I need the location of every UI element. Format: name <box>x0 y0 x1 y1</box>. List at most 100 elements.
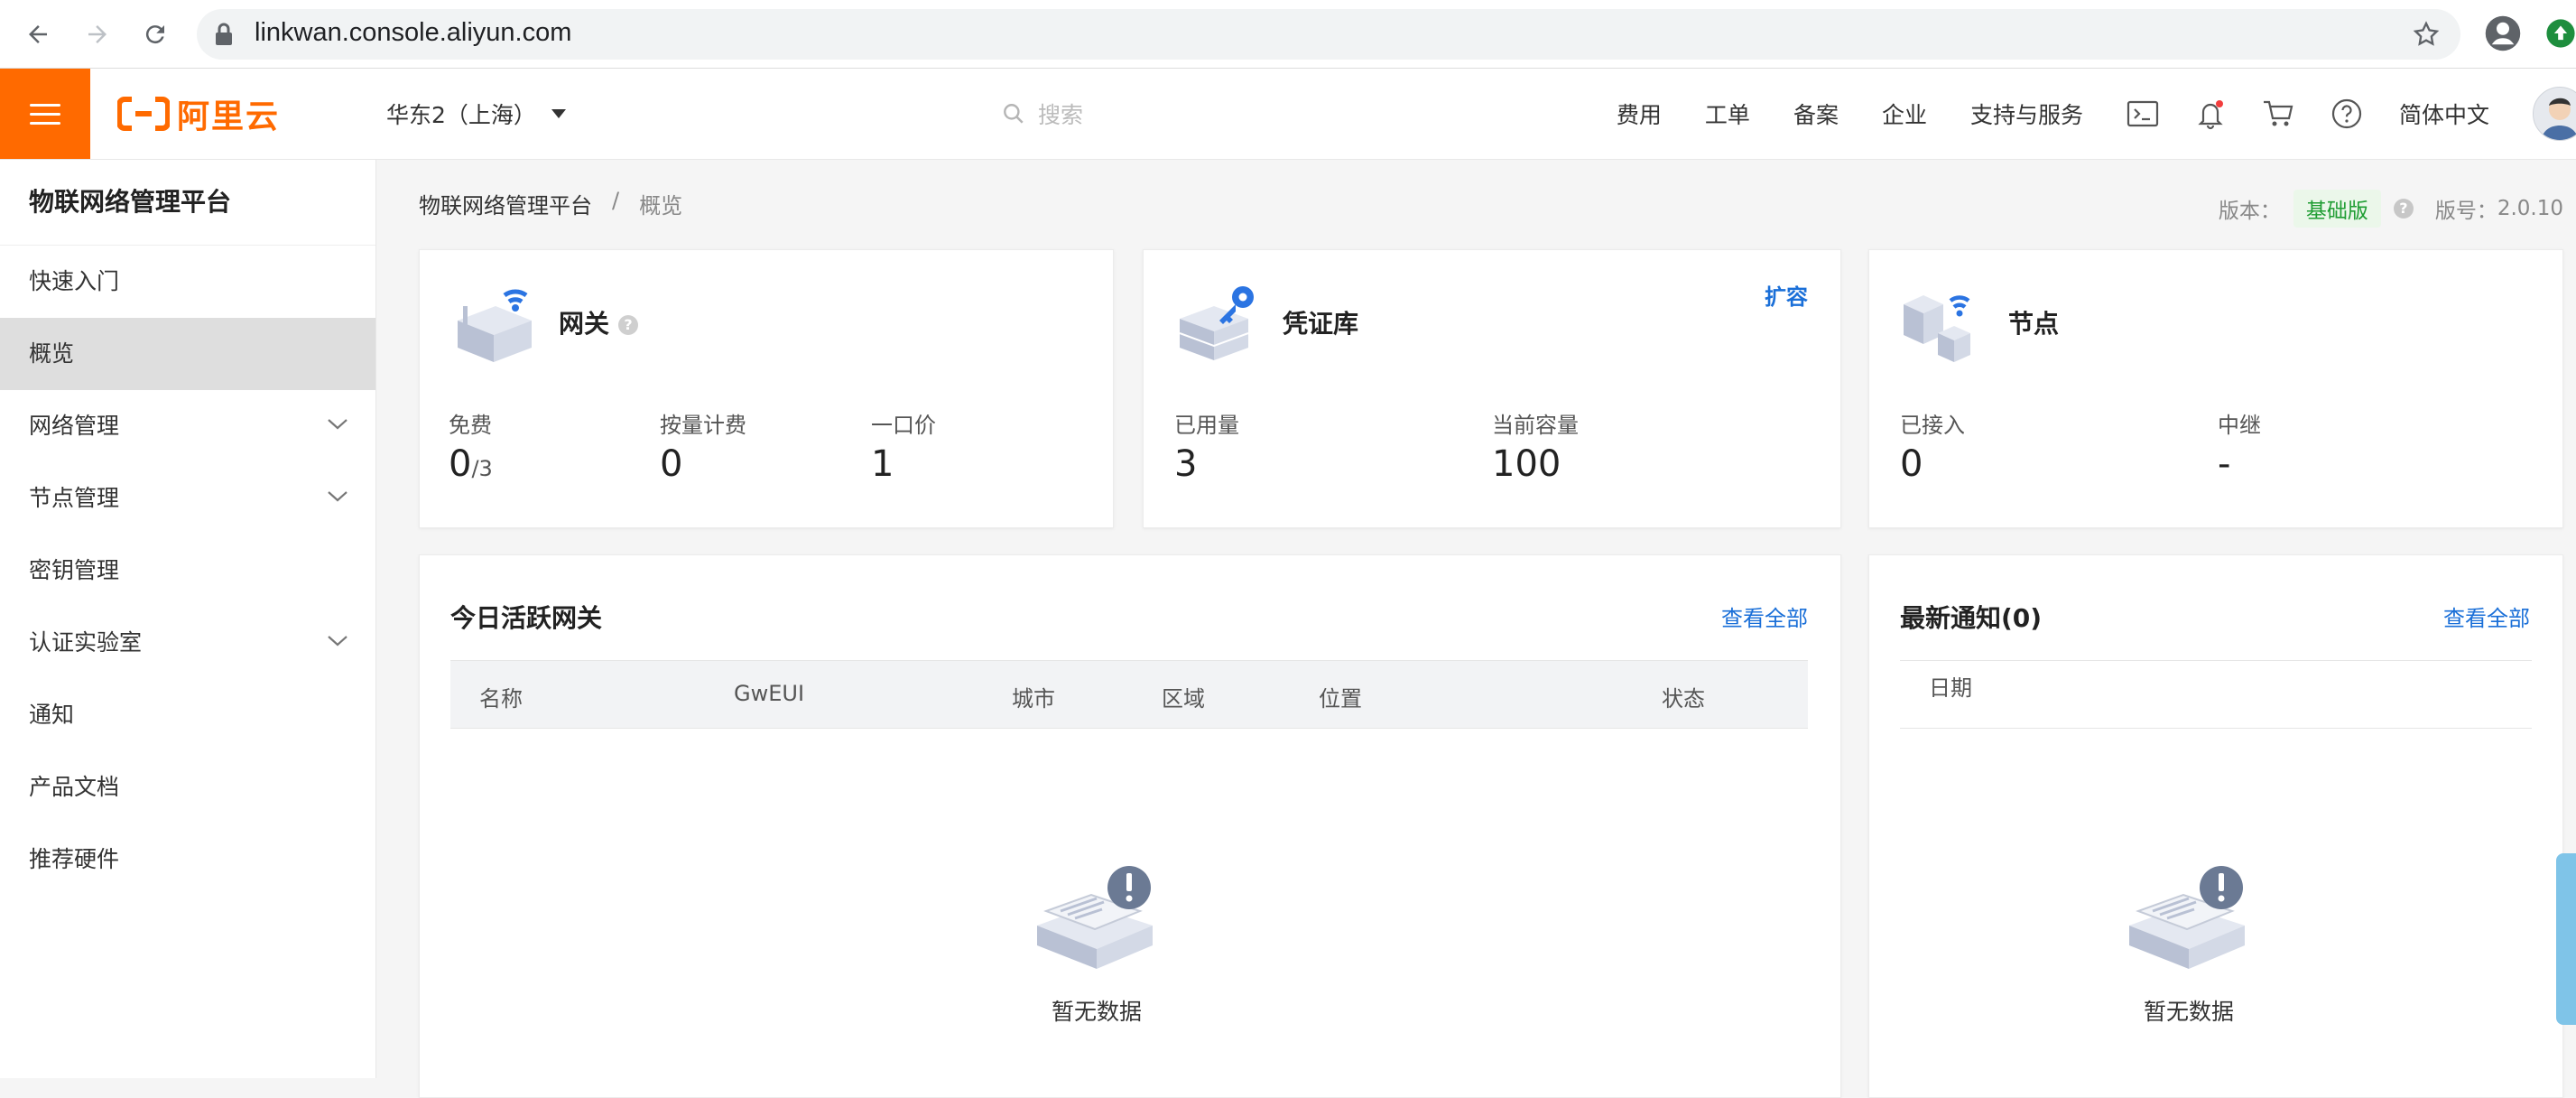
fixed-price-label: 一口价 <box>871 413 936 438</box>
header-nav: 费用 工单 备案 企业 支持与服务 简体中文 <box>1617 69 2576 159</box>
free-value: 0/3 <box>449 443 493 485</box>
address-bar[interactable]: linkwan.console.aliyun.com <box>197 9 2460 60</box>
version-number: 2.0.10 <box>2497 197 2563 220</box>
nav-link-billing[interactable]: 费用 <box>1617 98 1662 130</box>
aliyun-logo[interactable]: 阿里云 <box>117 90 280 137</box>
terminal-icon[interactable] <box>2127 99 2159 128</box>
column-name[interactable]: 名称 <box>479 681 523 712</box>
aliyun-bracket-icon <box>117 97 170 131</box>
region-selector[interactable]: 华东2（上海） <box>386 98 567 130</box>
nav-link-tickets[interactable]: 工单 <box>1705 98 1750 130</box>
free-count: 0 <box>449 443 472 485</box>
sidebar-item-notifications[interactable]: 通知 <box>0 679 375 751</box>
expand-capacity-link[interactable]: 扩容 <box>1765 279 1808 311</box>
empty-data-text: 暂无数据 <box>2143 999 2234 1025</box>
console-header: 阿里云 华东2（上海） 搜索 费用 工单 备案 企业 支持与服务 简体中文 <box>0 69 2576 160</box>
column-gweui[interactable]: GwEUI <box>734 681 804 706</box>
notifications-empty-state: 暂无数据 <box>2090 862 2288 1027</box>
breadcrumb-separator: / <box>612 188 620 213</box>
chevron-down-icon <box>328 636 347 647</box>
nav-link-icp[interactable]: 备案 <box>1793 98 1839 130</box>
sidebar-item-recommended-hardware[interactable]: 推荐硬件 <box>0 824 375 896</box>
sidebar-item-label: 推荐硬件 <box>29 846 120 872</box>
sidebar-item-label: 通知 <box>29 702 75 728</box>
forward-icon[interactable] <box>78 14 117 54</box>
cart-icon[interactable] <box>2262 98 2294 129</box>
bookmark-star-icon[interactable] <box>2412 20 2441 52</box>
column-location[interactable]: 位置 <box>1319 681 1362 712</box>
sidebar: 物联网络管理平台 快速入门 概览 网络管理 节点管理 密钥管理 认证实验室 通知… <box>0 160 376 1078</box>
capacity-label: 当前容量 <box>1492 413 1579 438</box>
free-label: 免费 <box>449 413 492 438</box>
active-gateways-view-all[interactable]: 查看全部 <box>1721 600 1808 632</box>
nav-link-support[interactable]: 支持与服务 <box>1970 98 2083 130</box>
floating-contact-tab[interactable] <box>2556 853 2576 1025</box>
account-icon[interactable] <box>2484 14 2522 56</box>
back-icon[interactable] <box>18 14 58 54</box>
sidebar-item-product-docs[interactable]: 产品文档 <box>0 751 375 824</box>
used-label: 已用量 <box>1174 413 1239 438</box>
empty-data-text: 暂无数据 <box>1051 999 1142 1025</box>
browser-toolbar: linkwan.console.aliyun.com <box>0 0 2576 69</box>
free-total: /3 <box>471 456 493 481</box>
sidebar-item-key-management[interactable]: 密钥管理 <box>0 535 375 607</box>
active-gateways-title: 今日活跃网关 <box>450 603 603 633</box>
active-gateways-table-header: 名称 GwEUI 城市 区域 位置 状态 <box>450 660 1808 729</box>
user-avatar[interactable] <box>2533 87 2576 141</box>
version-info: 版本： 基础版 ? 版号： 2.0.10 <box>2219 190 2563 228</box>
notifications-table-header: 日期 <box>1900 660 2532 729</box>
relay-label: 中继 <box>2218 413 2261 438</box>
bell-icon[interactable] <box>2195 98 2226 130</box>
url-text: linkwan.console.aliyun.com <box>255 18 572 47</box>
sidebar-item-quickstart[interactable]: 快速入门 <box>0 246 375 318</box>
empty-data-icon <box>2129 866 2245 969</box>
gateway-title-text: 网关 <box>559 309 610 339</box>
sidebar-item-label: 节点管理 <box>29 485 120 511</box>
lock-icon <box>213 22 235 51</box>
sidebar-item-overview[interactable]: 概览 <box>0 318 375 390</box>
breadcrumb-current: 概览 <box>639 193 683 219</box>
help-icon[interactable] <box>2330 98 2363 130</box>
sidebar-item-label: 认证实验室 <box>29 629 143 656</box>
usage-billing-label: 按量计费 <box>660 413 746 438</box>
credential-card: 凭证库 扩容 已用量 3 当前容量 100 <box>1143 249 1841 528</box>
node-card-title: 节点 <box>2008 309 2060 339</box>
search-placeholder: 搜索 <box>1038 102 1084 128</box>
extension-update-icon[interactable] <box>2545 16 2576 54</box>
column-date[interactable]: 日期 <box>1929 670 1972 702</box>
credential-key-icon <box>1172 279 1259 369</box>
column-city[interactable]: 城市 <box>1012 681 1055 712</box>
reload-icon[interactable] <box>135 14 175 54</box>
sidebar-item-label: 产品文档 <box>29 774 120 800</box>
sidebar-item-certification-lab[interactable]: 认证实验室 <box>0 607 375 679</box>
notifications-view-all[interactable]: 查看全部 <box>2443 600 2530 632</box>
breadcrumb-root[interactable]: 物联网络管理平台 <box>419 188 592 219</box>
node-card: 节点 已接入 0 中继 - <box>1868 249 2563 528</box>
gateway-help-icon[interactable]: ? <box>618 315 639 335</box>
connected-label: 已接入 <box>1900 413 1965 438</box>
edition-help-icon[interactable]: ? <box>2393 199 2414 219</box>
column-status[interactable]: 状态 <box>1662 681 1705 712</box>
language-selector[interactable]: 简体中文 <box>2399 98 2489 130</box>
chevron-down-icon <box>328 419 347 430</box>
sidebar-title: 物联网络管理平台 <box>0 160 375 246</box>
search-input[interactable]: 搜索 <box>1002 98 1083 130</box>
edition-label: 版本： <box>2218 200 2281 223</box>
menu-toggle-icon[interactable] <box>0 69 90 159</box>
column-region[interactable]: 区域 <box>1162 681 1205 712</box>
relay-value: - <box>2218 443 2231 485</box>
sidebar-item-label: 网络管理 <box>29 413 120 439</box>
sidebar-item-node-management[interactable]: 节点管理 <box>0 462 375 535</box>
used-value: 3 <box>1174 443 1198 485</box>
fixed-price-value: 1 <box>871 443 894 485</box>
sidebar-item-label: 快速入门 <box>29 268 120 294</box>
empty-data-icon <box>1037 866 1153 969</box>
edition-badge: 基础版 <box>2293 190 2381 228</box>
chevron-down-icon <box>328 491 347 502</box>
caret-down-icon <box>551 109 566 118</box>
notifications-panel: 最新通知(0) 查看全部 日期 暂无数据 <box>1868 554 2563 1098</box>
nav-link-enterprise[interactable]: 企业 <box>1882 98 1927 130</box>
sidebar-item-network-management[interactable]: 网络管理 <box>0 390 375 462</box>
credential-card-title: 凭证库 <box>1283 309 1359 339</box>
active-gateways-panel: 今日活跃网关 查看全部 名称 GwEUI 城市 区域 位置 状态 暂无数据 <box>419 554 1841 1098</box>
